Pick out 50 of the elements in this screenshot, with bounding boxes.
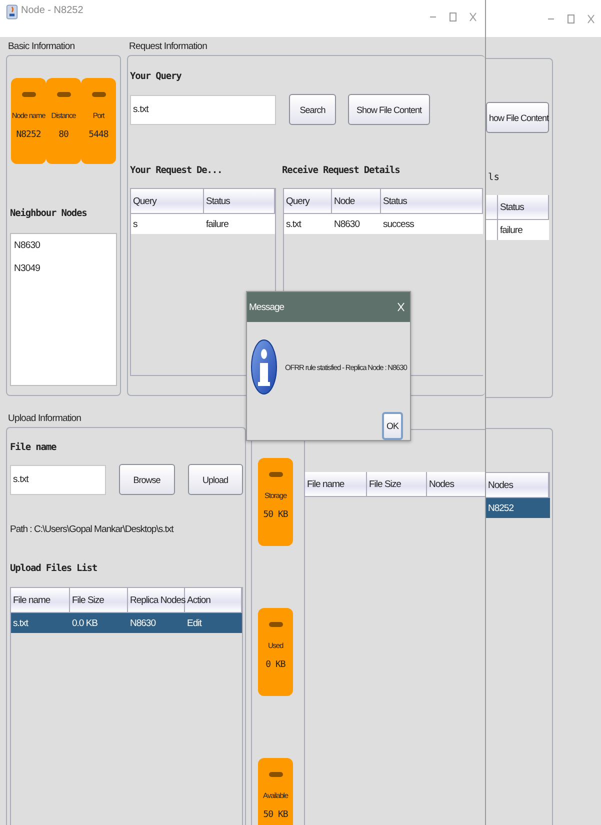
section-heading: Neighbour Nodes [10,208,88,219]
dialog-title: Message [249,302,284,312]
search-button[interactable]: Search [289,94,336,125]
list-item[interactable]: N3049 [14,263,113,286]
table-cell-text: s.txt [285,218,302,232]
table-cell-text: success [382,218,415,232]
show-file-content-button[interactable]: how File Content [486,102,549,133]
section-heading: ls [487,172,500,185]
info-icon [251,339,277,395]
list-item[interactable]: N8630 [14,240,113,263]
upload-button[interactable]: Upload [188,464,243,495]
column-header: File Size [70,588,128,612]
section-heading: Your Request De... [130,165,224,178]
section-heading: Your Query [130,71,182,82]
column-header: Query [131,189,204,213]
file-path: Path : C:\Users\Gopal Mankar\Desktop\s.txt [10,524,175,535]
ok-button[interactable]: OK [382,412,403,440]
section-heading: Upload Files List [10,563,98,574]
query-field[interactable]: s.txt [130,94,276,124]
column-header: Status [204,189,275,213]
window-title: Node - N8252 [21,5,84,16]
section-heading: File name [10,442,58,453]
column-header: Status [498,195,549,219]
section-title: Basic Information [7,41,76,54]
column-header: File name [305,472,367,496]
show-file-content-button[interactable]: Show File Content [348,94,430,125]
file-name-field[interactable]: s.txt [10,464,106,494]
maximize-icon[interactable] [449,12,457,22]
table-cell-text: N8630 [333,218,361,232]
table-cell-text: failure [499,224,524,238]
maximize-icon[interactable] [567,14,575,24]
close-icon[interactable] [587,14,595,24]
table-cell-text: failure [205,218,230,232]
column-header: Node [332,189,381,213]
section-heading: Receive Request Details [282,165,400,178]
table-row[interactable]: s.txt 0.0 KB N8630 Edit [11,613,242,633]
column-header: Nodes [486,473,549,497]
table-row[interactable]: N8252 [486,498,550,518]
section-title: Request Information [128,41,208,54]
table-cell-text: s [132,218,138,232]
column-header: Status [381,189,483,213]
column-header: File name [11,588,70,612]
browse-button[interactable]: Browse [119,464,175,495]
column-header: Nodes [427,472,485,496]
close-icon[interactable] [469,12,477,22]
column-header: Action [185,588,242,612]
section-title: Upload Information [7,413,82,426]
column-header: File Size [367,472,427,496]
column-header: Replica Nodes [128,588,185,612]
column-header: Query [284,189,332,213]
